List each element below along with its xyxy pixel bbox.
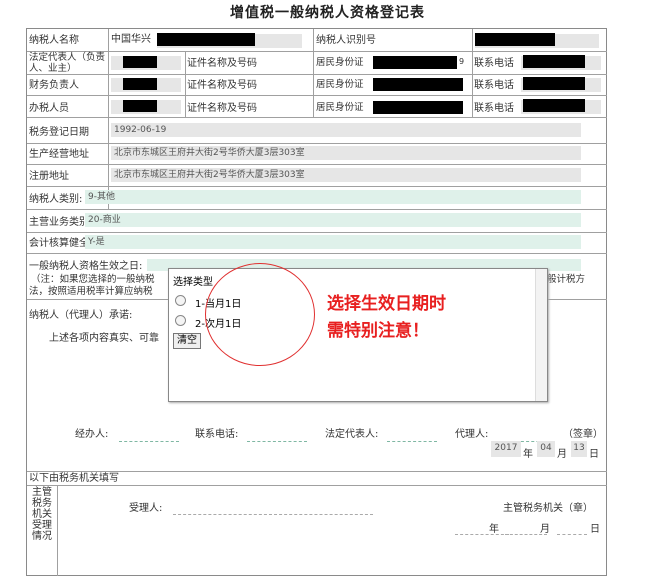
- row-divider: [27, 164, 607, 165]
- phone-label: 联系电话: [474, 58, 514, 69]
- main-biz-field[interactable]: 20-商业: [85, 213, 581, 227]
- accounting-field[interactable]: Y-是: [85, 235, 581, 249]
- promise-label: 纳税人（代理人）承诺:: [29, 310, 133, 321]
- id-type-value: 居民身份证: [316, 102, 364, 113]
- year-unit: 年: [523, 449, 533, 460]
- option-radio-1[interactable]: [175, 295, 186, 306]
- col-divider: [108, 29, 109, 209]
- annotation-line-1: 选择生效日期时: [327, 294, 446, 314]
- main-biz-label: 主营业务类别:: [29, 217, 93, 228]
- col-divider: [185, 51, 186, 117]
- phone-label: 联系电话: [474, 80, 514, 91]
- id-suffix: 9: [459, 57, 465, 66]
- taxpayer-name-label: 纳税人名称: [29, 35, 79, 46]
- seal-label: （签章）: [563, 429, 603, 440]
- id-type-value: 居民身份证: [316, 79, 364, 90]
- taxpayer-id-label: 纳税人识别号: [316, 35, 376, 46]
- redaction-block: [523, 77, 585, 90]
- finance-label: 财务负责人: [29, 80, 79, 91]
- contact-field[interactable]: [247, 441, 307, 442]
- row-divider: [27, 186, 607, 187]
- receiver-field[interactable]: [173, 514, 373, 515]
- id-type-value: 居民身份证: [316, 57, 364, 68]
- redaction-block: [123, 78, 157, 90]
- authority-seal-label: 主管税务机关（章）: [503, 503, 593, 514]
- row-divider: [27, 253, 607, 254]
- row-divider: [27, 51, 607, 52]
- redaction-block: [373, 56, 457, 69]
- highlight-ellipse: [205, 263, 315, 366]
- row-divider: [27, 232, 607, 233]
- receiver-label: 受理人:: [129, 503, 163, 514]
- redaction-block: [157, 33, 255, 46]
- redaction-block: [123, 56, 157, 68]
- note-line-1-tail: 般计税方: [547, 274, 586, 285]
- note-line-1: （注：如果您选择的一般纳税: [31, 274, 155, 285]
- office-month-unit: 月: [540, 524, 550, 535]
- clear-button[interactable]: 清空: [173, 333, 201, 349]
- redaction-block: [523, 99, 585, 112]
- month-field[interactable]: 04: [537, 441, 555, 457]
- authority-label-5: 情况: [32, 531, 52, 542]
- tax-officer-label: 办税人员: [29, 103, 69, 114]
- redaction-block: [373, 78, 463, 91]
- note-line-2: 法，按照适用税率计算应纳税: [29, 286, 153, 297]
- day-field[interactable]: 13: [571, 441, 587, 457]
- legal-label: 法定代表人:: [325, 429, 379, 440]
- year-field[interactable]: 2017: [491, 441, 521, 457]
- redaction-block: [523, 55, 585, 68]
- row-divider: [27, 143, 607, 144]
- reg-addr-label: 注册地址: [29, 171, 69, 182]
- month-unit: 月: [557, 449, 567, 460]
- reg-addr-field[interactable]: 北京市东城区王府井大街2号华侨大厦3层303室: [111, 168, 581, 182]
- reg-date-field[interactable]: 1992-06-19: [111, 123, 581, 137]
- biz-addr-label: 生产经营地址: [29, 149, 89, 160]
- page-title: 增值税一般纳税人资格登记表: [230, 5, 425, 21]
- redaction-block: [373, 101, 463, 114]
- annotation-line-2: 需特别注意！: [327, 321, 429, 341]
- row-divider: [27, 209, 607, 210]
- contact-label: 联系电话:: [195, 429, 239, 440]
- authority-label-1: 主管: [32, 487, 52, 498]
- handler-label: 经办人:: [75, 429, 109, 440]
- biz-addr-field[interactable]: 北京市东城区王府井大街2号华侨大厦3层303室: [111, 146, 581, 160]
- office-year-unit: 年: [489, 524, 499, 535]
- taxpayer-type-field[interactable]: 9-其他: [85, 190, 581, 204]
- row-divider: [27, 74, 607, 75]
- row-divider: [27, 471, 607, 472]
- effective-date-label: 一般纳税人资格生效之日:: [29, 261, 143, 272]
- office-year-field[interactable]: [455, 534, 509, 535]
- office-fill-label: 以下由税务机关填写: [29, 473, 119, 484]
- legal-field[interactable]: [387, 441, 437, 442]
- row-divider: [27, 95, 607, 96]
- promise-text: 上述各项内容真实、可靠: [49, 333, 159, 344]
- row-divider: [27, 485, 607, 486]
- redaction-block: [123, 100, 157, 112]
- redaction-block: [475, 33, 555, 46]
- legal-rep-label-2: 人、业主）: [29, 63, 77, 74]
- row-divider: [27, 117, 607, 118]
- reg-date-label: 税务登记日期: [29, 127, 89, 138]
- phone-label: 联系电话: [474, 103, 514, 114]
- day-unit: 日: [589, 449, 599, 460]
- handler-field[interactable]: [119, 441, 179, 442]
- office-day-field[interactable]: [557, 534, 587, 535]
- authority-label-4: 受理: [32, 520, 52, 531]
- id-type-label: 证件名称及号码: [187, 80, 257, 91]
- authority-label-2: 税务: [32, 498, 52, 509]
- id-type-label: 证件名称及号码: [187, 103, 257, 114]
- office-day-unit: 日: [590, 524, 600, 535]
- popup-title: 选择类型: [173, 277, 213, 288]
- accounting-label: 会计核算健全:: [29, 238, 93, 249]
- col-divider: [472, 29, 473, 117]
- option-radio-2[interactable]: [175, 315, 186, 326]
- popup-scrollbar[interactable]: [535, 269, 547, 401]
- col-divider: [313, 29, 314, 117]
- authority-label-3: 机关: [32, 509, 52, 520]
- col-divider: [57, 485, 58, 576]
- taxpayer-name-value: 中国华兴: [111, 34, 151, 45]
- taxpayer-type-label: 纳税人类别:: [29, 194, 83, 205]
- id-type-label: 证件名称及号码: [187, 58, 257, 69]
- agent-label: 代理人:: [455, 429, 489, 440]
